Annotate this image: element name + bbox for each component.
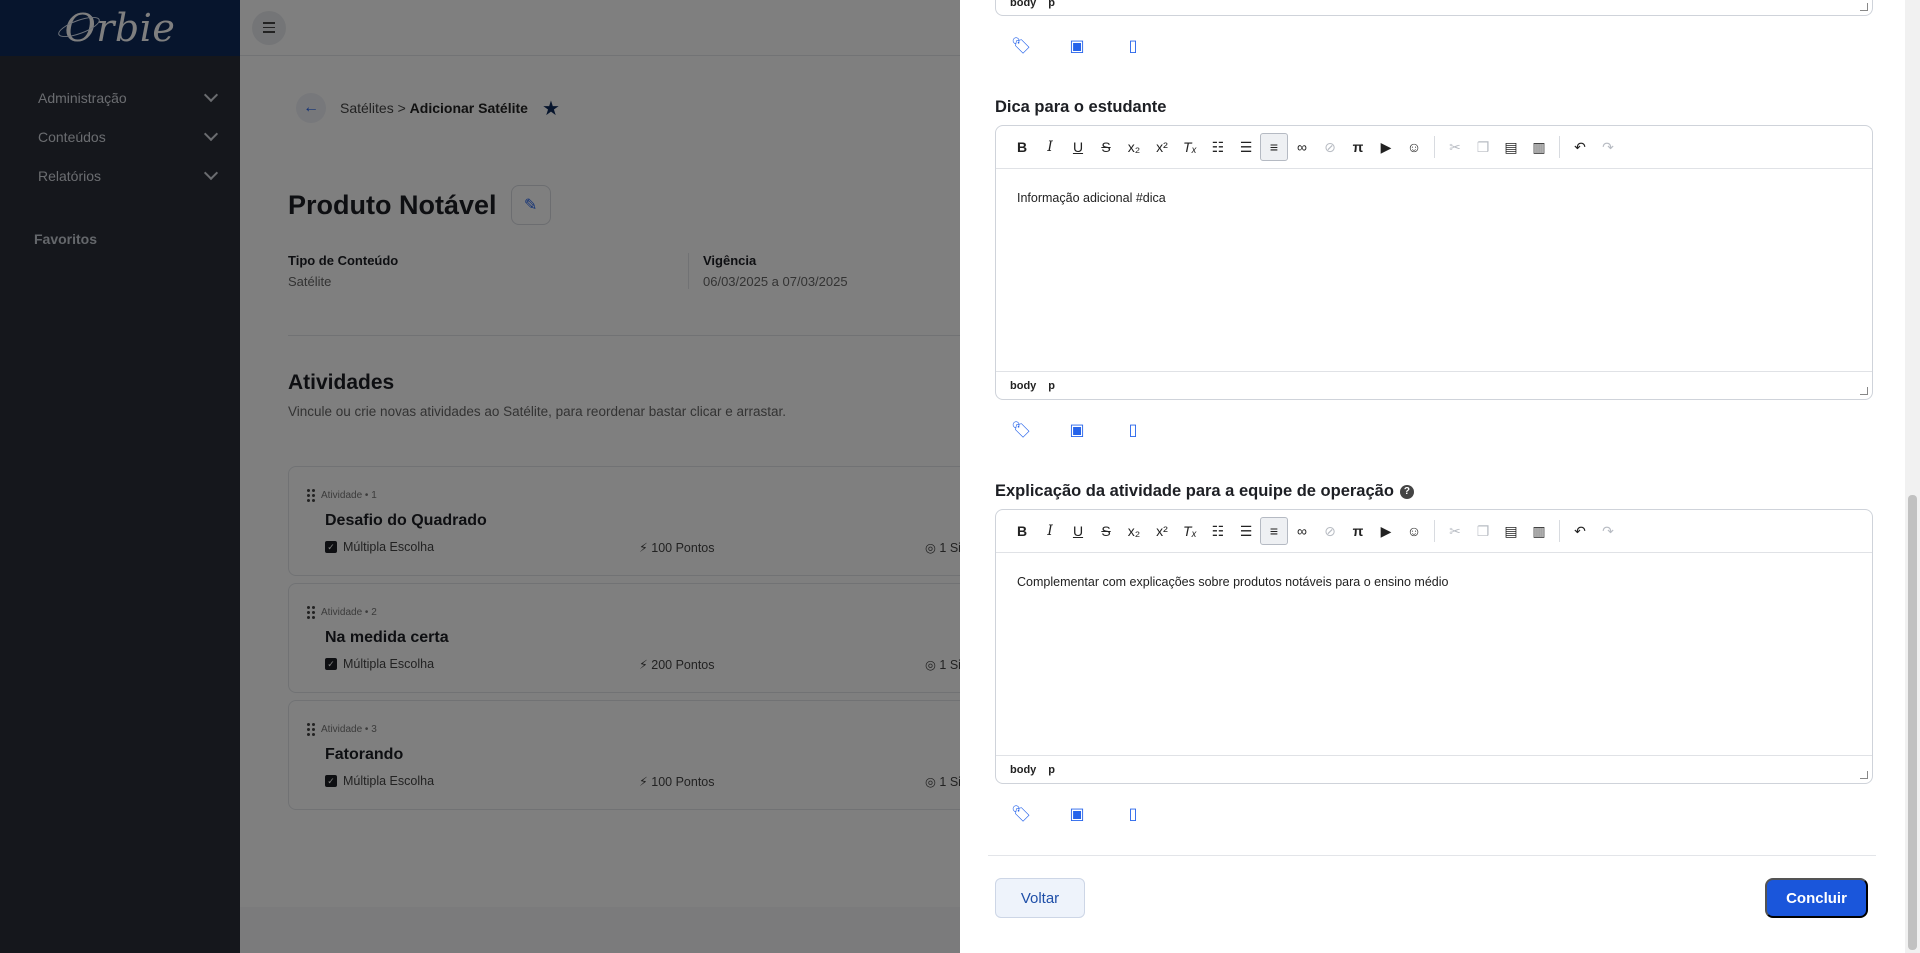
attachment-row: 🏷 ▣ ▯ (1010, 804, 1144, 824)
footer-divider (988, 855, 1876, 856)
paste-text-icon[interactable]: ▥ (1525, 133, 1553, 161)
status-tag[interactable]: body (1010, 0, 1036, 9)
redo-icon[interactable]: ↷ (1594, 133, 1622, 161)
strikethrough-icon[interactable]: S (1092, 517, 1120, 545)
undo-icon[interactable]: ↶ (1566, 133, 1594, 161)
tip-editor-content[interactable]: Informação adicional #dica (996, 169, 1872, 371)
undo-icon[interactable]: ↶ (1566, 517, 1594, 545)
clear-format-icon[interactable]: Tₓ (1176, 517, 1204, 545)
file-icon[interactable]: ▯ (1122, 420, 1144, 440)
emoji-icon[interactable]: ☺ (1400, 517, 1428, 545)
superscript-icon[interactable]: x² (1148, 517, 1176, 545)
redo-icon[interactable]: ↷ (1594, 517, 1622, 545)
paste-icon[interactable]: ▤ (1497, 517, 1525, 545)
cut-icon[interactable]: ✂ (1441, 517, 1469, 545)
copy-icon[interactable]: ❐ (1469, 517, 1497, 545)
resize-handle-icon[interactable] (1860, 3, 1868, 11)
status-tag[interactable]: p (1048, 0, 1055, 9)
toolbar-separator (1434, 520, 1435, 542)
editor-status-bar: body p (996, 755, 1872, 783)
bullet-list-icon[interactable]: ☰ (1232, 133, 1260, 161)
ordered-list-icon[interactable]: ☷ (1204, 517, 1232, 545)
paste-text-icon[interactable]: ▥ (1525, 517, 1553, 545)
file-icon[interactable]: ▯ (1122, 36, 1144, 56)
cut-icon[interactable]: ✂ (1441, 133, 1469, 161)
file-icon[interactable]: ▯ (1122, 804, 1144, 824)
toolbar-separator (1559, 136, 1560, 158)
emoji-icon[interactable]: ☺ (1400, 133, 1428, 161)
align-left-icon[interactable]: ≡ (1260, 133, 1288, 161)
underline-icon[interactable]: U (1064, 133, 1092, 161)
app: Orbie Administração Conteúdos Relatórios… (0, 0, 1920, 953)
explanation-label: Explicação da atividade para a equipe de… (995, 482, 1414, 501)
bold-icon[interactable]: B (1008, 133, 1036, 161)
italic-icon[interactable]: I (1036, 517, 1064, 545)
status-tag[interactable]: body (1010, 380, 1036, 392)
image-icon[interactable]: ▣ (1066, 420, 1088, 440)
toolbar-separator (1559, 520, 1560, 542)
attachment-row: 🏷 ▣ ▯ (1010, 420, 1144, 440)
math-icon[interactable]: π (1344, 133, 1372, 161)
bold-icon[interactable]: B (1008, 517, 1036, 545)
image-icon[interactable]: ▣ (1066, 36, 1088, 56)
subscript-icon[interactable]: x₂ (1120, 517, 1148, 545)
resize-handle-icon[interactable] (1860, 387, 1868, 395)
status-tag[interactable]: body (1010, 764, 1036, 776)
tip-label: Dica para o estudante (995, 98, 1166, 117)
ordered-list-icon[interactable]: ☷ (1204, 133, 1232, 161)
strikethrough-icon[interactable]: S (1092, 133, 1120, 161)
youtube-icon[interactable]: ▶ (1372, 517, 1400, 545)
unlink-icon[interactable]: ⊘ (1316, 517, 1344, 545)
explanation-editor-content[interactable]: Complementar com explicações sobre produ… (996, 553, 1872, 755)
paste-icon[interactable]: ▤ (1497, 133, 1525, 161)
back-button[interactable]: Voltar (995, 878, 1085, 918)
done-button[interactable]: Concluir (1765, 878, 1868, 918)
tip-label-text: Dica para o estudante (995, 98, 1167, 116)
link-icon[interactable]: ∞ (1288, 517, 1316, 545)
subscript-icon[interactable]: x₂ (1120, 133, 1148, 161)
align-left-icon[interactable]: ≡ (1260, 517, 1288, 545)
help-icon[interactable]: ? (1399, 484, 1414, 499)
editor-status-bar: body p (995, 0, 1873, 16)
italic-icon[interactable]: I (1036, 133, 1064, 161)
copy-icon[interactable]: ❐ (1469, 133, 1497, 161)
modal-overlay[interactable] (0, 0, 960, 953)
tag-icon[interactable]: 🏷 (1010, 420, 1032, 440)
status-tag[interactable]: p (1048, 380, 1055, 392)
attachment-row: 🏷 ▣ ▯ (1010, 36, 1144, 56)
toolbar-separator (1434, 136, 1435, 158)
status-tag[interactable]: p (1048, 764, 1055, 776)
math-icon[interactable]: π (1344, 517, 1372, 545)
unlink-icon[interactable]: ⊘ (1316, 133, 1344, 161)
editor-status-bar: body p (996, 371, 1872, 399)
clear-format-icon[interactable]: Tₓ (1176, 133, 1204, 161)
drawer-scrollbar[interactable] (1905, 0, 1920, 953)
editor-toolbar: B I U S x₂ x² Tₓ ☷ ☰ ≡ ∞ ⊘ π ▶ ☺ ✂ ❐ ▤ ▥ (996, 510, 1872, 553)
explanation-label-text: Explicação da atividade para a equipe de… (995, 482, 1394, 500)
activity-drawer: body p 🏷 ▣ ▯ Dica para o estudante B I U… (960, 0, 1905, 953)
link-icon[interactable]: ∞ (1288, 133, 1316, 161)
scrollbar-thumb[interactable] (1908, 495, 1917, 950)
editor-toolbar: B I U S x₂ x² Tₓ ☷ ☰ ≡ ∞ ⊘ π ▶ ☺ ✂ ❐ ▤ ▥ (996, 126, 1872, 169)
superscript-icon[interactable]: x² (1148, 133, 1176, 161)
resize-handle-icon[interactable] (1860, 771, 1868, 779)
tip-editor: B I U S x₂ x² Tₓ ☷ ☰ ≡ ∞ ⊘ π ▶ ☺ ✂ ❐ ▤ ▥ (995, 125, 1873, 400)
underline-icon[interactable]: U (1064, 517, 1092, 545)
image-icon[interactable]: ▣ (1066, 804, 1088, 824)
tag-icon[interactable]: 🏷 (1010, 36, 1032, 56)
tag-icon[interactable]: 🏷 (1010, 804, 1032, 824)
explanation-editor: B I U S x₂ x² Tₓ ☷ ☰ ≡ ∞ ⊘ π ▶ ☺ ✂ ❐ ▤ ▥ (995, 509, 1873, 784)
youtube-icon[interactable]: ▶ (1372, 133, 1400, 161)
bullet-list-icon[interactable]: ☰ (1232, 517, 1260, 545)
